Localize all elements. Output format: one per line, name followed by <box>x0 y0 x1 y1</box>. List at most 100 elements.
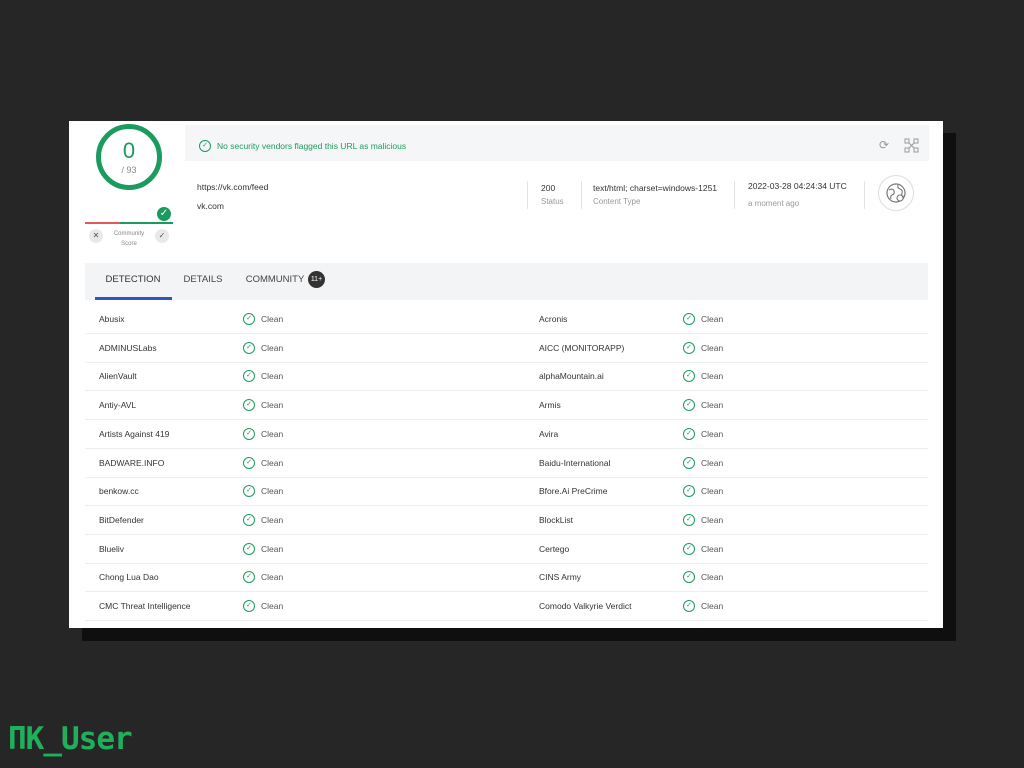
vote-malicious-button[interactable]: ✕ <box>89 229 103 243</box>
vendor-status: Clean <box>261 342 284 353</box>
vendor-name: CINS Army <box>539 572 582 583</box>
vendor-status: Clean <box>701 342 724 353</box>
vendor-name: Certego <box>539 543 570 554</box>
check-circle-icon: ✓ <box>683 513 695 526</box>
report-tabs: DETECTION DETAILS COMMUNITY 11+ <box>85 263 928 300</box>
vendor-status: Clean <box>261 428 284 439</box>
active-tab-indicator <box>95 297 172 300</box>
vendor-status: Clean <box>701 572 724 583</box>
vendor-status: Clean <box>701 601 724 611</box>
status-value: 200 <box>541 183 556 193</box>
divider <box>581 181 582 209</box>
table-row: BADWARE.INFO ✓ Clean Baidu-International ✓ Cl… <box>85 449 928 478</box>
status-banner: ✓ No security vendors flagged this URL a… <box>185 125 929 161</box>
check-circle-icon: ✓ <box>243 571 255 584</box>
table-row: Chong Lua Dao ✓ Clean CINS Army ✓ Clean <box>85 563 928 593</box>
detection-score-value: 0 <box>122 137 136 163</box>
check-circle-icon: ✓ <box>243 513 255 526</box>
check-circle-icon: ✓ <box>243 427 255 440</box>
vendor-status: Clean <box>701 371 724 382</box>
scan-date-relative: a moment ago <box>748 199 800 208</box>
banner-message: No security vendors flagged this URL as … <box>217 141 407 151</box>
report-card: 0 / 93 ✓ ✕ Community Score ✓ ✓ No securi… <box>69 121 943 628</box>
vendor-name: BitDefender <box>99 514 144 525</box>
check-circle-icon: ✓ <box>683 399 695 412</box>
check-circle-icon: ✓ <box>243 542 255 555</box>
vendor-status: Clean <box>261 601 284 611</box>
tab-details[interactable]: DETAILS <box>181 263 225 300</box>
vendor-name: Acronis <box>539 314 568 324</box>
check-circle-icon: ✓ <box>243 485 255 498</box>
vendor-name: Avira <box>539 428 559 439</box>
community-count-badge: 11+ <box>308 271 325 288</box>
table-row: ADMINUSLabs ✓ Clean AICC (MONITORAPP) ✓ Clean <box>85 334 928 363</box>
vendor-status: Clean <box>261 543 284 554</box>
community-score-bar <box>85 222 173 224</box>
vendor-name: AICC (MONITORAPP) <box>539 342 625 353</box>
status-label: Status <box>541 197 564 206</box>
check-circle-icon: ✓ <box>683 341 695 354</box>
vendor-name: BADWARE.INFO <box>99 457 165 468</box>
community-score-label: Community Score <box>113 231 145 247</box>
content-type-label: Content Type <box>593 197 641 206</box>
vendor-status: Clean <box>261 514 284 525</box>
check-circle-icon: ✓ <box>683 456 695 469</box>
check-circle-icon: ✓ <box>243 370 255 383</box>
globe-icon <box>878 175 914 211</box>
vendor-status: Clean <box>261 486 284 497</box>
vendor-status: Clean <box>701 400 724 411</box>
vendor-name: AlienVault <box>99 371 137 382</box>
divider <box>864 181 865 209</box>
scan-date-value: 2022-03-28 04:24:34 UTC <box>748 181 847 191</box>
vendor-name: CMC Threat Intelligence <box>99 601 191 611</box>
table-row: Artists Against 419 ✓ Clean Avira ✓ Clean <box>85 420 928 449</box>
vendor-name: Bfore.Ai PreCrime <box>539 486 608 497</box>
table-row: BitDefender ✓ Clean BlockList ✓ Clean <box>85 506 928 535</box>
detection-score-ring: 0 / 93 <box>96 124 162 190</box>
vendor-name: alphaMountain.ai <box>539 371 604 382</box>
watermark-logo: ПК_User <box>8 721 133 757</box>
vendor-status: Clean <box>701 428 724 439</box>
vendor-status: Clean <box>701 514 724 525</box>
graph-icon[interactable] <box>904 138 919 156</box>
check-circle-icon: ✓ <box>683 571 695 584</box>
community-check-icon: ✓ <box>157 207 171 221</box>
vendor-status: Clean <box>261 371 284 382</box>
check-circle-icon: ✓ <box>243 313 255 325</box>
vendor-status: Clean <box>701 457 724 468</box>
check-circle-icon: ✓ <box>243 456 255 469</box>
vendor-name: Artists Against 419 <box>99 428 170 439</box>
check-circle-icon: ✓ <box>243 600 255 612</box>
check-circle-icon: ✓ <box>683 600 695 612</box>
scanned-url[interactable]: https://vk.com/feed <box>197 182 268 192</box>
check-circle-icon: ✓ <box>683 485 695 498</box>
vendor-status: Clean <box>701 543 724 554</box>
vendor-status: Clean <box>701 486 724 497</box>
vendor-status: Clean <box>261 400 284 411</box>
scanned-domain[interactable]: vk.com <box>197 201 224 211</box>
vendor-name: BlockList <box>539 514 574 525</box>
vendor-name: Blueliv <box>99 543 125 554</box>
check-circle-icon: ✓ <box>683 542 695 555</box>
vote-harmless-button[interactable]: ✓ <box>155 229 169 243</box>
vendor-status: Clean <box>261 572 284 583</box>
tab-community[interactable]: COMMUNITY <box>243 263 307 300</box>
vendor-name: benkow.cc <box>99 486 139 497</box>
refresh-icon[interactable]: ⟳ <box>879 138 889 152</box>
vendor-name: Chong Lua Dao <box>99 572 159 583</box>
table-row: Antiy-AVL ✓ Clean Armis ✓ Clean <box>85 391 928 421</box>
check-circle-icon: ✓ <box>683 313 695 325</box>
divider <box>734 181 735 209</box>
tab-detection[interactable]: DETECTION <box>95 263 171 300</box>
vendor-name: Antiy-AVL <box>99 400 137 411</box>
table-row: benkow.cc ✓ Clean Bfore.Ai PreCrime ✓ Clean <box>85 477 928 507</box>
vendor-status: Clean <box>261 314 284 324</box>
vendor-name: ADMINUSLabs <box>99 342 157 353</box>
table-row: Blueliv ✓ Clean Certego ✓ Clean <box>85 535 928 564</box>
vendor-name: Comodo Valkyrie Verdict <box>539 601 632 611</box>
check-circle-icon: ✓ <box>243 341 255 354</box>
vendor-name: Armis <box>539 400 561 411</box>
check-circle-icon: ✓ <box>199 140 211 152</box>
vendor-status: Clean <box>701 314 724 324</box>
check-circle-icon: ✓ <box>683 427 695 440</box>
